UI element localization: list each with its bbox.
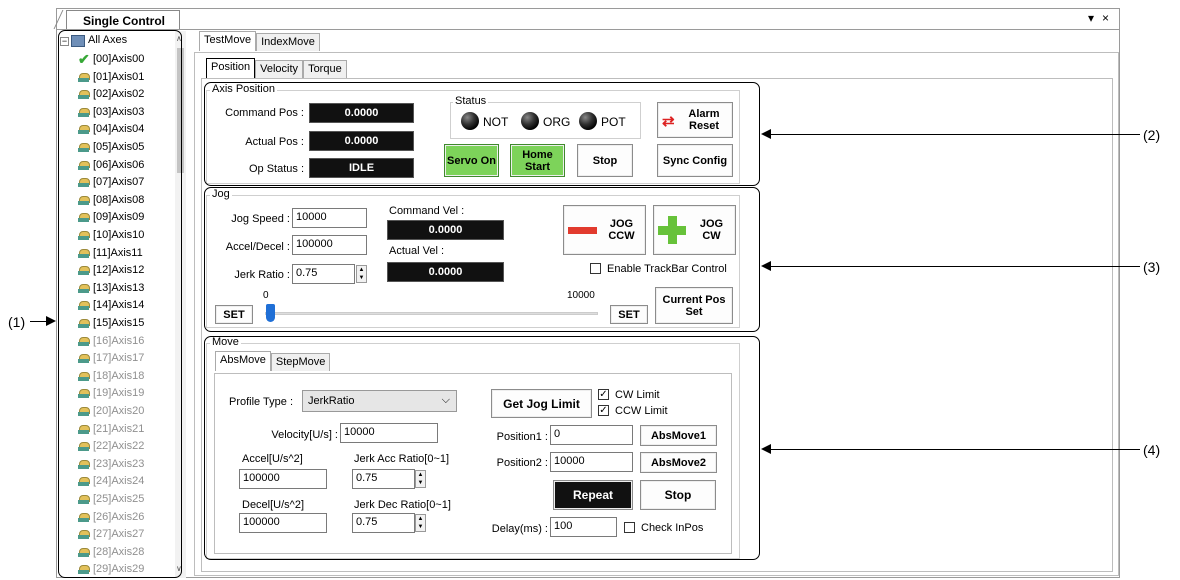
tab-position[interactable]: Position bbox=[206, 58, 256, 78]
window-menu-icon[interactable]: ▾ bbox=[1088, 11, 1094, 25]
callout-label-4: (4) bbox=[1143, 442, 1161, 458]
arrow-left-icon bbox=[761, 261, 771, 271]
callout-line-3 bbox=[771, 266, 1140, 267]
tab-velocity[interactable]: Velocity bbox=[255, 60, 304, 78]
header-divider bbox=[57, 29, 1119, 30]
callout-box-3 bbox=[204, 187, 760, 332]
main-tabs: TestMove IndexMove bbox=[199, 31, 320, 51]
callout-label-2: (2) bbox=[1143, 127, 1161, 143]
callout-box-1 bbox=[58, 30, 182, 578]
callout-line-4 bbox=[771, 449, 1140, 450]
arrow-left-icon bbox=[761, 129, 771, 139]
callout-box-4 bbox=[204, 336, 760, 560]
callout-box-2 bbox=[204, 82, 760, 186]
arrow-left-icon bbox=[761, 444, 771, 454]
sub-tabs: Position Velocity Torque bbox=[206, 58, 347, 78]
tab-testmove[interactable]: TestMove bbox=[199, 31, 257, 51]
arrow-right-icon bbox=[46, 316, 56, 326]
tab-torque[interactable]: Torque bbox=[303, 60, 347, 78]
callout-label-3: (3) bbox=[1143, 259, 1161, 275]
tab-indexmove[interactable]: IndexMove bbox=[256, 33, 320, 51]
document-tab[interactable]: Single Control bbox=[66, 10, 180, 29]
callout-line-2 bbox=[771, 134, 1140, 135]
callout-label-1: (1) bbox=[8, 314, 26, 330]
close-icon[interactable]: × bbox=[1102, 11, 1109, 25]
